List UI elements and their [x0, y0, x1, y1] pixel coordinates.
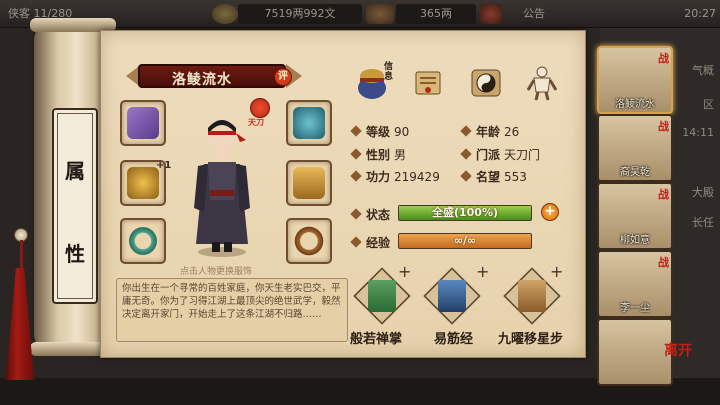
member-name: 洛鲮流水: [615, 99, 655, 110]
stat-state-label: 状态: [350, 206, 390, 223]
leave-button[interactable]: 离开: [664, 340, 692, 360]
bag-icon[interactable]: [480, 4, 502, 24]
letter-button[interactable]: [408, 62, 448, 102]
money-display: 7519两992文: [238, 4, 362, 24]
member-name: 柳如意: [620, 235, 650, 246]
sect-value: 天刀门: [504, 148, 541, 162]
yinyang-button[interactable]: [466, 62, 506, 102]
age-value: 26: [504, 125, 520, 139]
faction-tag: 天刀: [248, 118, 264, 127]
panel-title-char: 属: [65, 159, 85, 183]
change-outfit-hint: 点击人物更换服饰: [180, 267, 253, 277]
party-member-5[interactable]: [597, 318, 673, 386]
purple-gauntlet-icon: [127, 107, 159, 139]
exp-bar: ∞/∞: [398, 233, 532, 249]
panel-title-plate: 属 性: [52, 108, 98, 304]
character-name-banner: 洛鲮流水: [138, 64, 286, 88]
skill-name: 九曜移星步: [498, 332, 564, 347]
bg-menu-item: 大殿: [692, 186, 714, 199]
party-member-4[interactable]: 战 李一尘: [597, 250, 673, 318]
equip-slot-bracelet[interactable]: [286, 218, 332, 264]
exp-bar-text: ∞/∞: [453, 234, 477, 247]
skill-name: 般若禅掌: [350, 332, 403, 347]
fame-value: 553: [504, 170, 527, 184]
tassel-cord: [20, 240, 23, 270]
character-name: 洛鲮流水: [172, 72, 232, 88]
equip-slot-robe[interactable]: [286, 160, 332, 206]
jade-ring-icon: [127, 225, 159, 257]
restore-state-button[interactable]: +: [541, 203, 559, 221]
faction-icon: [250, 98, 270, 118]
scroll-letter-icon: [415, 71, 441, 95]
skill-book-icon: [368, 280, 396, 312]
character-bio: 你出生在一个寻常的百姓家庭，你天生老实巴交，平庸无奇。你为了习得江湖上最顶尖的绝…: [116, 278, 348, 342]
stat-level: 等级 90: [350, 123, 410, 140]
party-member-3[interactable]: 战 柳如意: [597, 182, 673, 250]
skill-book-icon: [438, 280, 466, 312]
equip-slot-helmet[interactable]: [286, 100, 332, 146]
member-name: 李一尘: [620, 303, 650, 314]
state-bar: 全盛(100%): [398, 205, 532, 221]
level-value: 90: [394, 125, 410, 139]
state-bar-text: 全盛(100%): [431, 206, 499, 219]
bg-menu-item: 14:11: [682, 126, 714, 139]
gold-armor-icon: [127, 167, 159, 199]
power-value: 219429: [394, 170, 440, 184]
skill-upgrade-icon[interactable]: +: [398, 262, 411, 281]
stat-power: 功力 219429: [350, 168, 440, 185]
gold-robe-icon: [293, 167, 325, 199]
stat-exp-label: 经验: [350, 234, 390, 251]
gender-value: 男: [394, 148, 407, 162]
bead-bracelet-icon: [293, 225, 325, 257]
equip-slot-armor[interactable]: +1: [120, 160, 171, 206]
skill-upgrade-icon[interactable]: +: [550, 262, 563, 281]
notice-button[interactable]: 公告: [512, 4, 556, 24]
blue-helmet-icon: [293, 107, 325, 139]
silver-display: 365两: [396, 4, 476, 24]
ingot-icon: [366, 4, 394, 24]
stat-fame: 名望 553: [460, 168, 527, 185]
party-portrait-list: 战 洛鲮流水 战 裔昊乾 战 柳如意 战 李一尘: [597, 38, 673, 386]
stat-age: 年龄 26: [460, 123, 520, 140]
yinyang-icon: [471, 69, 501, 97]
skill-book-icon: [518, 280, 546, 312]
bg-menu-item: 气概: [692, 64, 714, 77]
meridian-figure-icon: [526, 66, 558, 101]
party-member-1[interactable]: 战 洛鲮流水: [597, 46, 673, 114]
rate-button[interactable]: 评: [274, 68, 292, 86]
skill-upgrade-icon[interactable]: +: [476, 262, 489, 281]
enhance-level: +1: [156, 160, 172, 171]
in-battle-mark: 战: [658, 188, 669, 201]
in-battle-mark: 战: [658, 256, 669, 269]
member-name: 裔昊乾: [620, 167, 650, 178]
skill-slot-2[interactable]: [423, 267, 481, 325]
equip-slot-ring[interactable]: [120, 218, 166, 264]
panel-title-char: 性: [65, 242, 85, 266]
equip-slot-gauntlet[interactable]: [120, 100, 166, 146]
character-figure[interactable]: [190, 104, 254, 258]
clock: 20:27: [684, 7, 716, 20]
party-member-2[interactable]: 战 裔昊乾: [597, 114, 673, 182]
meridian-button[interactable]: [522, 62, 562, 102]
info-tag: 信息: [384, 62, 394, 82]
stat-gender: 性别男: [350, 146, 407, 163]
stat-sect: 门派 天刀门: [460, 146, 541, 163]
in-battle-mark: 战: [658, 52, 669, 65]
in-battle-mark: 战: [658, 120, 669, 133]
bg-menu-item: 区: [703, 98, 714, 111]
skill-name: 易筋经: [434, 332, 474, 347]
tassel: [6, 268, 34, 380]
coin-icon: [212, 4, 238, 24]
bg-menu-item: 长任: [692, 216, 714, 229]
